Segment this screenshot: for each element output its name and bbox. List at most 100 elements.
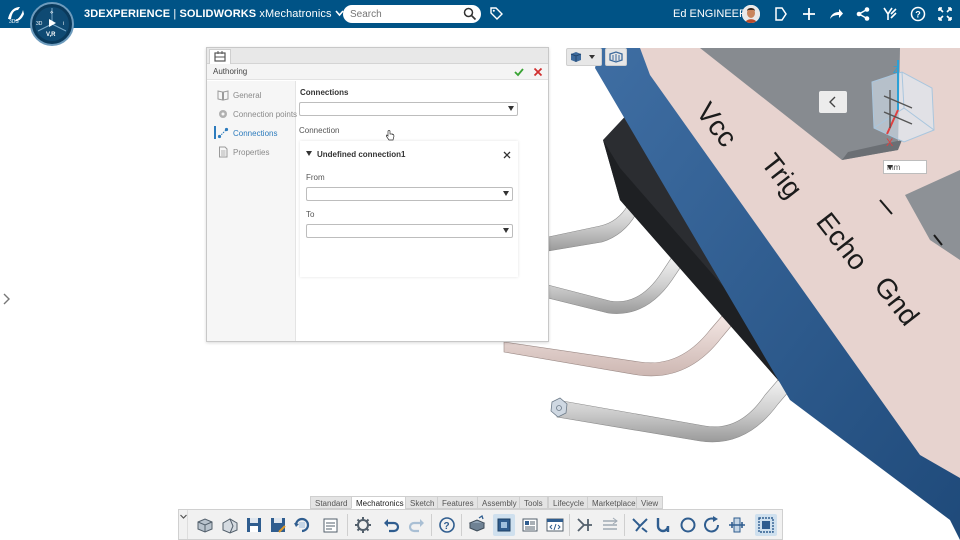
from-select[interactable] <box>306 187 513 201</box>
loop-tool-icon[interactable] <box>701 514 723 536</box>
connections-icon <box>217 127 229 139</box>
gear-icon[interactable] <box>352 514 374 536</box>
connection-card-header[interactable]: Undefined connection1 <box>306 150 405 159</box>
data-sheet-icon[interactable] <box>519 514 541 536</box>
panel-title: Authoring <box>213 67 248 76</box>
svg-text:3DS: 3DS <box>9 19 19 24</box>
tab-tools[interactable]: Tools <box>519 496 548 509</box>
from-label: From <box>306 173 325 182</box>
undo-icon[interactable] <box>380 514 402 536</box>
tab-lifecycle[interactable]: Lifecycle <box>548 496 590 509</box>
authoring-panel[interactable]: Authoring General Connection points Conn… <box>206 47 549 342</box>
nav-item-connection-points[interactable]: Connection points <box>207 106 298 122</box>
tab-standard[interactable]: Standard <box>310 496 353 509</box>
tab-marketplace[interactable]: Marketplace <box>587 496 641 509</box>
back-button[interactable] <box>819 91 847 113</box>
wire-list-icon[interactable] <box>599 514 621 536</box>
tab-assembly[interactable]: Assembly <box>477 496 522 509</box>
svg-text:X: X <box>886 137 894 149</box>
refresh-icon[interactable] <box>291 514 313 536</box>
svg-text:i: i <box>63 21 64 27</box>
document-icon <box>219 146 228 158</box>
share-tag-icon[interactable] <box>773 6 789 22</box>
side-panel-toggle[interactable] <box>2 292 12 309</box>
view-style-icon <box>609 51 623 63</box>
search-icon[interactable] <box>463 7 477 21</box>
nav-item-properties[interactable]: Properties <box>207 144 296 160</box>
brand-app: SOLIDWORKS <box>179 8 257 20</box>
nav-item-label: General <box>233 91 262 100</box>
remove-connection-close-icon[interactable] <box>502 150 512 160</box>
to-select[interactable] <box>306 224 513 238</box>
to-label: To <box>306 210 315 219</box>
chevron-down-icon <box>887 165 893 170</box>
connection-card[interactable]: Undefined connection1 From To <box>300 141 518 277</box>
nav-item-general[interactable]: General <box>207 87 296 103</box>
nav-item-label: Connection points <box>233 110 298 119</box>
save-as-icon[interactable] <box>267 514 289 536</box>
dassault-logo[interactable]: 3DS <box>5 4 27 24</box>
chevron-right-icon[interactable] <box>2 292 12 306</box>
avatar[interactable] <box>742 5 760 23</box>
properties-sheet-icon[interactable] <box>320 514 342 536</box>
display-mode-dropdown[interactable] <box>566 48 602 66</box>
nav-item-connections[interactable]: Connections <box>207 125 296 141</box>
redo-icon[interactable] <box>406 514 428 536</box>
user-name[interactable]: Ed ENGINEER <box>673 8 747 20</box>
action-bar: ? <box>178 509 783 540</box>
chevron-left-icon <box>829 96 836 108</box>
connections-section-title: Connections <box>300 88 349 97</box>
save-icon[interactable] <box>243 514 265 536</box>
compass-icon: 3D i ⟡ <box>35 7 69 41</box>
panel-tab-strip <box>207 48 548 64</box>
panel-content: Connections Connection Undefined connect… <box>299 81 547 341</box>
circle-tool-icon[interactable] <box>677 514 699 536</box>
search-box[interactable] <box>343 5 481 23</box>
top-bar: 3DS 3DEXPERIENCE | SOLIDWORKS xMechatron… <box>0 0 960 28</box>
electrical-part-icon[interactable] <box>466 514 488 536</box>
action-bar-collapse[interactable] <box>179 510 188 539</box>
collapse-triangle-icon[interactable] <box>306 151 312 156</box>
brand-platform: 3DEXPERIENCE <box>84 8 171 20</box>
authoring-tool-icon[interactable] <box>493 514 515 536</box>
assembly-view-icon[interactable] <box>755 514 777 536</box>
toolbar-separator <box>624 514 625 536</box>
open-part-icon[interactable] <box>219 514 241 536</box>
add-icon[interactable] <box>801 6 817 22</box>
compass-apps-icon[interactable] <box>882 6 898 22</box>
toolbar-separator <box>569 514 570 536</box>
nav-item-label: Connections <box>233 129 278 138</box>
clamp-tool-icon[interactable] <box>726 514 748 536</box>
connections-select[interactable] <box>299 102 518 116</box>
new-component-icon[interactable] <box>194 514 216 536</box>
tab-mechatronics[interactable]: Mechatronics <box>351 496 409 509</box>
panel-tab-authoring[interactable] <box>209 49 231 64</box>
search-input[interactable] <box>350 7 460 21</box>
compass-widget[interactable]: 3D i ⟡ V,R <box>30 2 74 46</box>
help-icon[interactable]: ? <box>436 514 458 536</box>
user-photo-icon <box>742 5 760 23</box>
bend-tool-icon[interactable] <box>653 514 675 536</box>
tab-view[interactable]: View <box>636 496 664 509</box>
chevron-down-icon <box>503 228 509 233</box>
fullscreen-icon[interactable] <box>937 6 953 22</box>
chevron-down-icon <box>503 191 509 196</box>
route-wire-icon[interactable] <box>574 514 596 536</box>
tab-features[interactable]: Features <box>437 496 479 509</box>
tab-sketch[interactable]: Sketch <box>405 496 440 509</box>
connector-tool-icon[interactable] <box>629 514 651 536</box>
cancel-close-icon[interactable] <box>532 66 544 78</box>
view-style-button[interactable] <box>605 48 627 66</box>
share-arrow-icon[interactable] <box>828 6 844 22</box>
code-editor-icon[interactable] <box>544 514 566 536</box>
units-select[interactable]: mm <box>883 160 927 174</box>
compass-role: V,R <box>46 32 56 38</box>
app-brand[interactable]: 3DEXPERIENCE | SOLIDWORKS xMechatronics <box>84 8 344 20</box>
network-icon[interactable] <box>855 6 871 22</box>
toolbar-separator <box>461 514 462 536</box>
toolbar-separator <box>431 514 432 536</box>
panel-navigation: General Connection points Connections Pr… <box>207 81 298 341</box>
tag-icon[interactable] <box>489 6 504 21</box>
help-icon[interactable]: ? <box>910 6 926 22</box>
ok-check-icon[interactable] <box>513 66 525 78</box>
